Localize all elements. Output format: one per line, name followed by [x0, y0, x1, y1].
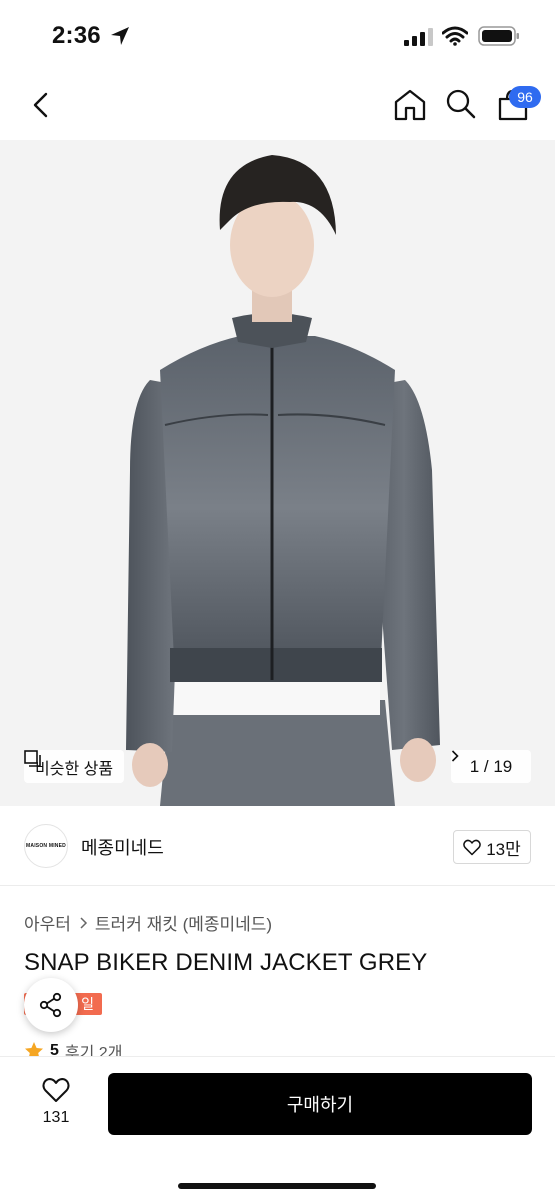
image-counter-label: 1 / 19 — [469, 756, 513, 776]
breadcrumb-item[interactable]: 아우터 — [24, 910, 71, 935]
brand-row: MAISON MINED 메종미네드 13만 — [0, 806, 555, 886]
chevron-right-icon — [80, 916, 87, 929]
brand-like-count: 13만 — [486, 839, 521, 859]
status-time: 2:36 — [52, 22, 101, 49]
breadcrumb: 아우터 트러커 재킷 (메종미네드) — [24, 910, 272, 935]
search-icon[interactable] — [445, 88, 477, 120]
product-image[interactable]: 비슷한 상품 1 / 19 — [0, 140, 555, 806]
breadcrumb-item[interactable]: 트러커 재킷 (메종미네드) — [95, 910, 272, 935]
status-bar: 2:36 — [0, 0, 555, 70]
chevron-right-icon — [451, 750, 459, 762]
nav-bar — [0, 80, 555, 130]
product-title: SNAP BIKER DENIM JACKET GREY — [24, 949, 428, 976]
product-photo — [0, 140, 555, 806]
wishlist-button[interactable]: 131 — [30, 1075, 82, 1135]
share-button[interactable] — [24, 978, 78, 1032]
brand-logo[interactable]: MAISON MINED — [24, 824, 68, 868]
similar-icon — [24, 750, 41, 767]
image-counter[interactable]: 1 / 19 — [451, 750, 531, 783]
similar-products-button[interactable]: 비슷한 상품 — [24, 750, 125, 783]
heart-icon — [42, 1078, 70, 1102]
share-icon — [39, 992, 62, 1018]
wishlist-count: 131 — [42, 1109, 70, 1126]
signal-icon — [404, 28, 433, 46]
brand-name[interactable]: 메종미네드 — [81, 834, 164, 860]
home-indicator — [178, 1183, 376, 1189]
cart-badge: 96 — [509, 86, 541, 108]
location-arrow-icon — [111, 27, 129, 45]
heart-icon — [463, 839, 482, 855]
similar-products-label: 비슷한 상품 — [35, 760, 114, 778]
bottom-bar: 131 구매하기 — [0, 1056, 555, 1200]
home-icon[interactable] — [392, 88, 428, 122]
buy-button[interactable]: 구매하기 — [108, 1073, 532, 1135]
battery-icon — [478, 26, 519, 46]
back-chevron-icon[interactable] — [28, 90, 52, 120]
wifi-icon — [442, 26, 468, 46]
brand-like-button[interactable]: 13만 — [453, 830, 531, 864]
